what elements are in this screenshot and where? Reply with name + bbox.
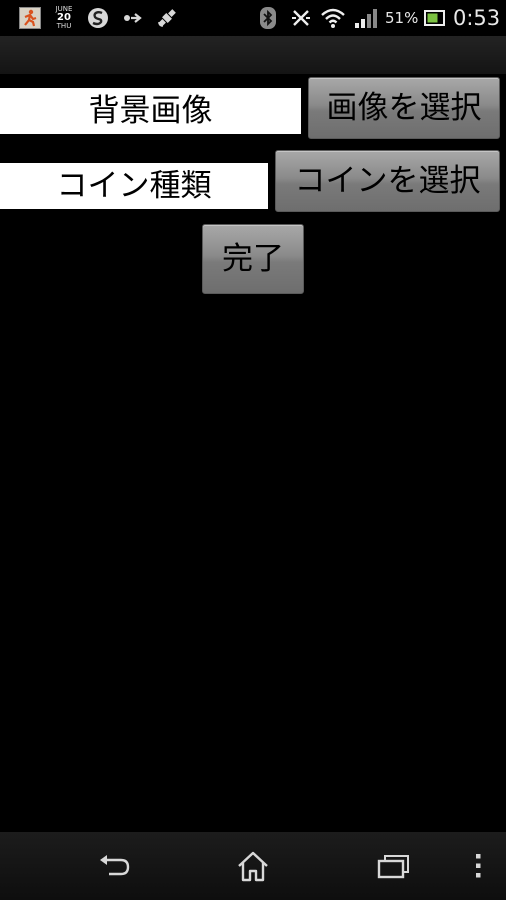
menu-icon[interactable] xyxy=(468,846,488,886)
gps-satellite-icon xyxy=(155,6,179,30)
notification-app-icon xyxy=(19,6,41,30)
calendar-weekday: THU xyxy=(56,22,72,30)
recent-apps-icon[interactable] xyxy=(371,846,415,886)
done-button[interactable]: 完了 xyxy=(202,224,304,294)
sync-icon xyxy=(86,6,110,30)
nfc-off-icon xyxy=(288,6,314,30)
home-icon[interactable] xyxy=(231,846,275,886)
select-image-button[interactable]: 画像を選択 xyxy=(308,77,500,139)
navigation-bar xyxy=(0,832,506,900)
wifi-icon xyxy=(320,6,346,30)
status-bar: JUNE 20 THU 51% 0:53 xyxy=(0,0,506,36)
battery-percent: 51% xyxy=(385,9,419,27)
background-image-field: 背景画像 xyxy=(0,88,301,134)
coin-type-field: コイン種類 xyxy=(0,163,268,209)
calendar-icon: JUNE 20 THU xyxy=(52,6,76,30)
battery-icon xyxy=(424,6,446,30)
select-coin-button[interactable]: コインを選択 xyxy=(275,150,500,212)
title-bar xyxy=(0,36,506,74)
signal-icon xyxy=(354,6,378,30)
bluetooth-icon xyxy=(258,6,278,30)
clock: 0:53 xyxy=(453,6,501,30)
back-icon[interactable] xyxy=(92,846,136,886)
data-arrows-icon xyxy=(123,6,143,30)
